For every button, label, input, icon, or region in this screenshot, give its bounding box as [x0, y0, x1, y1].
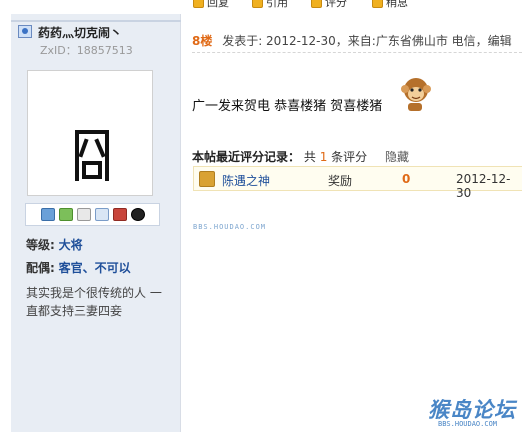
post-meta-line: 8楼 发表于: 2012-12-30，来自:广东省佛山市 电信，编辑	[192, 32, 512, 49]
avatar-glyph	[75, 130, 109, 181]
reply-label: 回复	[207, 0, 229, 9]
rating-count: 1	[319, 150, 328, 164]
watermark-cn: 猴岛论坛	[428, 398, 516, 422]
rater-name[interactable]: 陈遇之神	[222, 172, 270, 189]
watermark-small: BBS.HOUDAO.COM	[193, 223, 267, 231]
quote-button[interactable]: 引用	[252, 0, 288, 9]
hide-rating-link[interactable]: 隐藏	[385, 150, 409, 164]
report-label: 稍息	[386, 0, 408, 9]
avatar[interactable]	[27, 70, 153, 196]
rank-key: 等级:	[26, 238, 55, 252]
floor-number: 8楼	[192, 34, 213, 48]
post-content: 广一发来贺电 恭喜楼猪 贺喜楼猪	[192, 99, 383, 114]
rating-row: 陈遇之神 奖励 0 2012-12-30	[193, 166, 522, 200]
report-icon	[372, 0, 383, 8]
username[interactable]: 药药灬切克闹丶	[38, 24, 122, 41]
rate-icon	[311, 0, 322, 8]
meta-divider	[192, 52, 522, 53]
gift-icon[interactable]	[112, 208, 127, 221]
reply-icon	[193, 0, 204, 8]
qq-icon[interactable]	[130, 208, 145, 221]
sidebar-divider	[11, 20, 181, 22]
rating-action: 奖励	[328, 174, 353, 188]
rating-count-suffix: 条评分	[331, 150, 368, 164]
rating-count-prefix: 共	[303, 150, 316, 164]
user-action-icons	[25, 203, 160, 226]
post-meta: 发表于: 2012-12-30，来自:广东省佛山市 电信，编辑	[222, 34, 512, 48]
user-icon	[18, 25, 32, 38]
rating-date: 2012-12-30	[456, 172, 511, 200]
message-icon[interactable]	[40, 208, 55, 221]
rank-value: 大将	[58, 238, 83, 252]
view-profile-icon[interactable]	[76, 208, 91, 221]
spouse-value[interactable]: 客官、不可以	[59, 261, 131, 275]
watermark-en: BBS.HOUDAO.COM	[438, 420, 498, 428]
spouse-key: 配偶:	[26, 261, 55, 275]
quote-label: 引用	[266, 0, 288, 9]
post-toolbar: 回复 引用 评分 稍息	[0, 0, 522, 14]
reply-button[interactable]: 回复	[193, 0, 229, 9]
rater-avatar[interactable]	[199, 171, 215, 187]
rating-title: 本帖最近评分记录：	[192, 150, 301, 164]
spouse-field: 配偶: 客官、不可以	[26, 259, 131, 276]
rank-field: 等级: 大将	[26, 236, 83, 253]
watermark-logo: 猴岛论坛 BBS.HOUDAO.COM	[428, 394, 516, 428]
quote-icon	[252, 0, 263, 8]
add-friend-icon[interactable]	[58, 208, 73, 221]
monkey-emoticon-icon	[401, 78, 431, 111]
rate-label: 评分	[325, 0, 347, 9]
user-bio: 其实我是个很传统的人 一直都支持三妻四妾	[26, 286, 162, 318]
rating-header: 本帖最近评分记录： 共 1 条评分 隐藏	[192, 148, 409, 165]
search-posts-icon[interactable]	[94, 208, 109, 221]
user-id: ZxID：18857513	[40, 44, 133, 57]
rate-button[interactable]: 评分	[311, 0, 347, 9]
rating-value: 0	[402, 172, 411, 186]
report-button[interactable]: 稍息	[372, 0, 408, 9]
